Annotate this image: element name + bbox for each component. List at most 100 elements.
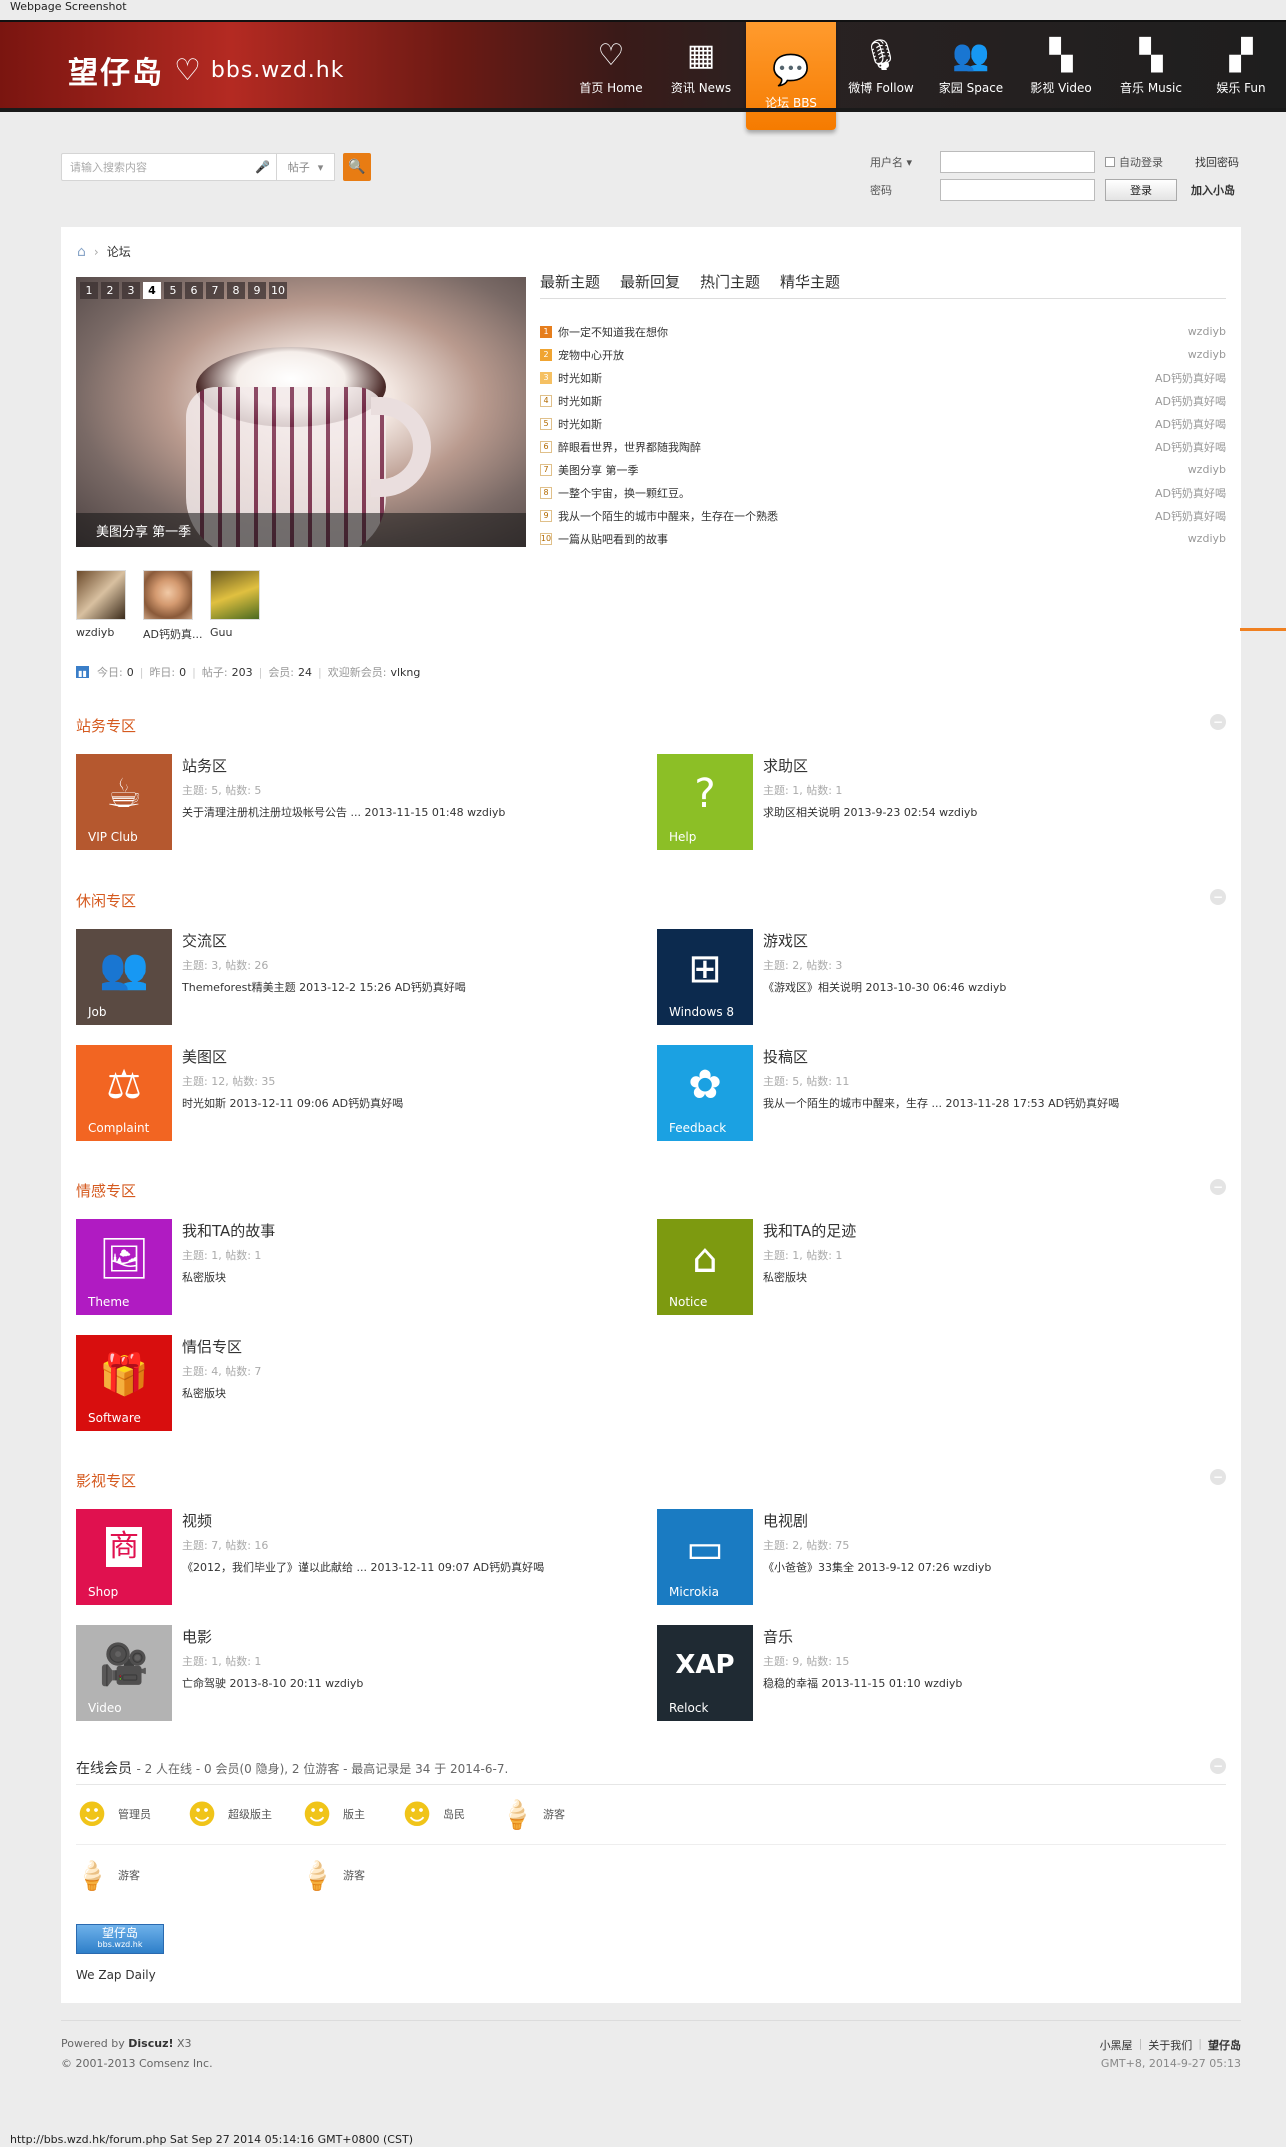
forum-tile[interactable]: ⊞ Windows 8 [657,929,753,1025]
topic-author[interactable]: wzdiyb [1188,325,1226,338]
nav-video[interactable]: ▚ 影视 Video [1016,22,1106,114]
slider-page-button[interactable]: 1 [80,282,98,299]
topic-row[interactable]: 10 一篇从贴吧看到的故事 wzdiyb [540,527,1226,550]
breadcrumb-current[interactable]: 论坛 [107,243,131,260]
forum-last-post[interactable]: 《小爸爸》33集全 2013-9-12 07:26 wzdiyb [763,1559,991,1575]
stat-newest-member[interactable]: vlkng [390,666,420,679]
collapse-icon[interactable]: − [1210,1179,1226,1195]
slider-page-button[interactable]: 6 [185,282,203,299]
topic-title[interactable]: 美图分享 第一季 [558,462,1188,478]
topic-row[interactable]: 9 我从一个陌生的城市中醒来，生存在一个熟悉 AD钙奶真好喝 [540,504,1226,527]
topic-author[interactable]: wzdiyb [1188,532,1226,545]
forum-name[interactable]: 音乐 [763,1626,962,1647]
forum-tile[interactable]: 🖼 Theme [76,1219,172,1315]
forum-tile[interactable]: 🎥 Video [76,1625,172,1721]
forum-last-post[interactable]: 亡命驾驶 2013-8-10 20:11 wzdiyb [182,1675,363,1691]
topic-author[interactable]: AD钙奶真好喝 [1155,485,1226,501]
username-select[interactable]: 用户名 ▾ [870,154,940,170]
member-card[interactable]: wzdiyb [76,570,126,642]
online-user[interactable]: 🍦 游客 [75,1857,140,1893]
forgot-password-link[interactable]: 找回密码 [1195,154,1239,170]
search-button[interactable]: 🔍 [343,153,371,181]
slider-page-button[interactable]: 7 [206,282,224,299]
search-type-select[interactable]: 帖子 ▾ [277,153,335,181]
forum-last-post[interactable]: 我从一个陌生的城市中醒来，生存 ... 2013-11-28 17:53 AD钙… [763,1095,1119,1111]
forum-last-post[interactable]: 私密版块 [182,1385,261,1401]
topic-row[interactable]: 3 时光如斯 AD钙奶真好喝 [540,366,1226,389]
section-title[interactable]: 休闲专区 [76,890,136,911]
member-name[interactable]: AD钙奶真... [143,626,203,642]
forum-tile[interactable]: ▭ Microkia [657,1509,753,1605]
nav-news[interactable]: ▦ 资讯 News [656,22,746,114]
topic-row[interactable]: 8 一整个宇宙，换一颗红豆。 AD钙奶真好喝 [540,481,1226,504]
forum-tile[interactable]: ? Help [657,754,753,850]
forum-tile[interactable]: ✿ Feedback [657,1045,753,1141]
forum-tile[interactable]: ☕ VIP Club [76,754,172,850]
forum-name[interactable]: 游戏区 [763,930,1006,951]
topic-title[interactable]: 一篇从贴吧看到的故事 [558,531,1188,547]
login-button[interactable]: 登录 [1105,179,1177,201]
footer-link[interactable]: 小黑屋 [1100,2037,1133,2053]
microphone-icon[interactable]: 🎤 [255,160,270,174]
online-user[interactable]: 🍦 游客 [300,1857,365,1893]
forum-last-post[interactable]: 私密版块 [182,1269,275,1285]
avatar[interactable] [210,570,260,620]
nav-space[interactable]: 👥 家园 Space [926,22,1016,114]
site-logo[interactable]: 望仔岛 ♡ bbs.wzd.hk [68,48,344,92]
powered-link[interactable]: Discuz! [128,2037,173,2050]
forum-name[interactable]: 视频 [182,1510,544,1531]
footer-link[interactable]: 关于我们 [1148,2037,1192,2053]
slider-page-button[interactable]: 10 [269,282,287,299]
copyright[interactable]: © 2001-2013 Comsenz Inc. [61,2057,213,2070]
topic-row[interactable]: 6 醉眼看世界，世界都随我陶醉 AD钙奶真好喝 [540,435,1226,458]
topic-row[interactable]: 5 时光如斯 AD钙奶真好喝 [540,412,1226,435]
slider-page-button[interactable]: 8 [227,282,245,299]
forum-tile[interactable]: ⌂ Notice [657,1219,753,1315]
section-title[interactable]: 情感专区 [76,1180,136,1201]
password-field[interactable] [940,179,1095,201]
forum-name[interactable]: 求助区 [763,755,977,776]
slider-page-button[interactable]: 5 [164,282,182,299]
topic-row[interactable]: 4 时光如斯 AD钙奶真好喝 [540,389,1226,412]
tab-digest-topics[interactable]: 精华主题 [780,271,840,298]
topic-title[interactable]: 一整个宇宙，换一颗红豆。 [558,485,1155,501]
collapse-icon[interactable]: − [1210,1469,1226,1485]
forum-tile[interactable]: XAP Relock [657,1625,753,1721]
topic-author[interactable]: AD钙奶真好喝 [1155,508,1226,524]
avatar[interactable] [76,570,126,620]
username-field[interactable] [940,151,1095,173]
slider-page-button[interactable]: 4 [143,282,161,299]
forum-last-post[interactable]: 求助区相关说明 2013-9-23 02:54 wzdiyb [763,804,977,820]
member-card[interactable]: Guu [210,570,260,642]
home-icon[interactable]: ⌂ [77,244,86,260]
collapse-icon[interactable]: − [1210,714,1226,730]
forum-last-post[interactable]: Themeforest精美主题 2013-12-2 15:26 AD钙奶真好喝 [182,979,466,995]
section-title[interactable]: 站务专区 [76,715,136,736]
section-title[interactable]: 影视专区 [76,1470,136,1491]
topic-title[interactable]: 我从一个陌生的城市中醒来，生存在一个熟悉 [558,508,1155,524]
forum-tile[interactable]: 🎁 Software [76,1335,172,1431]
topic-title[interactable]: 你一定不知道我在想你 [558,324,1188,340]
forum-last-post[interactable]: 关于清理注册机注册垃圾帐号公告 ... 2013-11-15 01:48 wzd… [182,804,505,820]
topic-author[interactable]: wzdiyb [1188,463,1226,476]
topic-author[interactable]: AD钙奶真好喝 [1155,416,1226,432]
forum-last-post[interactable]: 稳稳的幸福 2013-11-15 01:10 wzdiyb [763,1675,962,1691]
nav-home[interactable]: ♡ 首页 Home [566,22,656,114]
collapse-icon[interactable]: − [1210,1758,1226,1774]
topic-author[interactable]: AD钙奶真好喝 [1155,370,1226,386]
forum-name[interactable]: 电影 [182,1626,363,1647]
slide-caption[interactable]: 美图分享 第一季 [76,513,526,547]
topic-author[interactable]: AD钙奶真好喝 [1155,393,1226,409]
collapse-icon[interactable]: − [1210,889,1226,905]
forum-last-post[interactable]: 《2012，我们毕业了》谨以此献给 ... 2013-12-11 09:07 A… [182,1559,544,1575]
topic-row[interactable]: 2 宠物中心开放 wzdiyb [540,343,1226,366]
forum-name[interactable]: 美图区 [182,1046,403,1067]
forum-tile[interactable]: ⚖ Complaint [76,1045,172,1141]
search-input[interactable]: 请输入搜索内容 🎤 [61,153,277,181]
forum-last-post[interactable]: 《游戏区》相关说明 2013-10-30 06:46 wzdiyb [763,979,1006,995]
topic-title[interactable]: 时光如斯 [558,393,1155,409]
topic-title[interactable]: 醉眼看世界，世界都随我陶醉 [558,439,1155,455]
auto-login-checkbox[interactable]: 自动登录 [1105,154,1195,170]
member-name[interactable]: wzdiyb [76,626,114,639]
nav-music[interactable]: ▚ 音乐 Music [1106,22,1196,114]
